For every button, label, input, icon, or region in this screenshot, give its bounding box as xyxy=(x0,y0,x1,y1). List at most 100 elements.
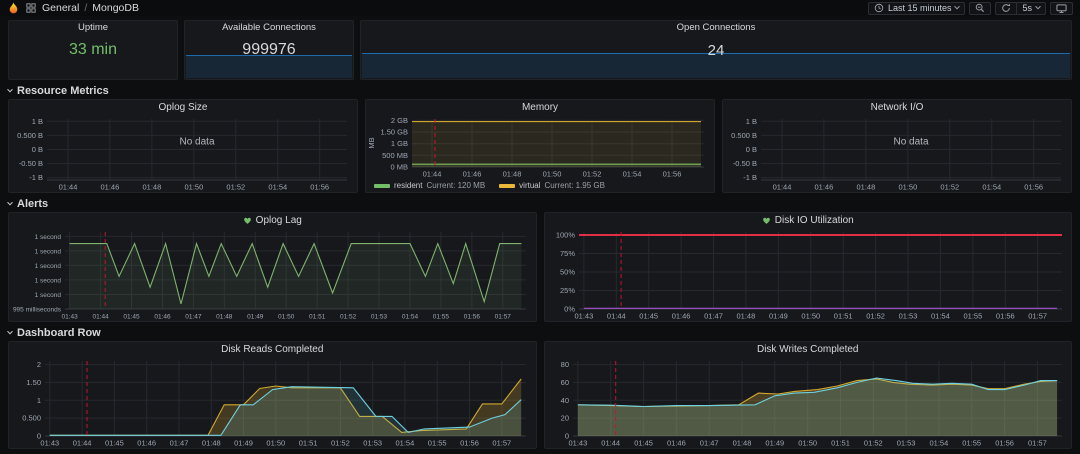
svg-text:40: 40 xyxy=(560,396,568,405)
stat-value: 999976 xyxy=(185,21,353,79)
svg-text:01:44: 01:44 xyxy=(601,439,620,448)
svg-text:01:56: 01:56 xyxy=(995,439,1014,448)
svg-text:1.50: 1.50 xyxy=(26,378,41,387)
svg-text:01:46: 01:46 xyxy=(101,183,120,192)
panel-title-text: Disk Reads Completed xyxy=(221,344,323,355)
alert-ok-heart-icon xyxy=(762,216,771,225)
row-title: Resource Metrics xyxy=(17,85,109,97)
svg-text:01:44: 01:44 xyxy=(73,439,92,448)
svg-text:0.500 B: 0.500 B xyxy=(17,131,43,140)
panel-disk-io-utilization: Disk IO Utilization 100%75%50%25%0%01:43… xyxy=(544,212,1073,322)
svg-text:01:53: 01:53 xyxy=(363,439,382,448)
legend-item-resident[interactable]: resident Current: 120 MB xyxy=(374,181,485,190)
svg-text:0 MB: 0 MB xyxy=(390,163,408,172)
dashboard-row-panels: Disk Reads Completed 21.5010.500001:4301… xyxy=(8,341,1072,449)
panel-title-text: Disk IO Utilization xyxy=(775,215,854,226)
svg-text:01:46: 01:46 xyxy=(667,439,686,448)
svg-text:01:43: 01:43 xyxy=(40,439,59,448)
svg-text:50%: 50% xyxy=(559,268,574,277)
alerts-panels: Oplog Lag 1 second1 second1 second1 seco… xyxy=(8,212,1072,322)
svg-text:0 B: 0 B xyxy=(32,145,43,154)
svg-text:2 GB: 2 GB xyxy=(391,116,408,125)
svg-text:-0.50 B: -0.50 B xyxy=(19,159,43,168)
svg-text:01:56: 01:56 xyxy=(460,439,479,448)
row-toggle-alerts[interactable]: Alerts xyxy=(8,198,1072,210)
series-color-dash xyxy=(374,184,390,188)
svg-text:01:46: 01:46 xyxy=(154,314,171,321)
panel-title-disk-io-utilization[interactable]: Disk IO Utilization xyxy=(545,213,1072,227)
svg-text:01:48: 01:48 xyxy=(143,183,162,192)
refresh-button-group: 5s xyxy=(995,2,1046,15)
panel-memory: Memory 2 GB1.50 GB1 GB500 MB0 MB01:4401:… xyxy=(365,99,715,193)
stat-panels-row: Uptime 33 min Available Connections 9999… xyxy=(8,20,1072,80)
dashboards-grid-icon[interactable] xyxy=(26,3,36,13)
panel-title-oplog-size[interactable]: Oplog Size xyxy=(9,100,357,114)
panel-oplog-size: Oplog Size 1 B0.500 B0 B-0.50 B-1 B01:44… xyxy=(8,99,358,193)
svg-text:01:53: 01:53 xyxy=(898,312,917,321)
top-navigation-bar: General / MongoDB Last 15 minutes xyxy=(0,0,1080,16)
svg-text:01:49: 01:49 xyxy=(247,314,264,321)
dashboard: Uptime 33 min Available Connections 9999… xyxy=(0,16,1080,449)
network-io-chart[interactable]: 1 B0.500 B0 B-0.50 B-1 B01:4401:4601:480… xyxy=(723,114,1071,192)
oplog-lag-chart[interactable]: 1 second1 second1 second1 second1 second… xyxy=(9,227,536,321)
svg-text:01:47: 01:47 xyxy=(185,314,202,321)
svg-text:01:56: 01:56 xyxy=(1024,183,1043,192)
disk-writes-chart[interactable]: 80604020001:4301:4401:4501:4601:4701:480… xyxy=(545,356,1072,448)
breadcrumb-dashboard[interactable]: MongoDB xyxy=(92,2,139,14)
breadcrumb-separator: / xyxy=(84,2,87,14)
oplog-size-chart[interactable]: 1 B0.500 B0 B-0.50 B-1 B01:4401:4601:480… xyxy=(9,114,357,192)
zoom-out-icon xyxy=(975,3,985,13)
svg-text:01:57: 01:57 xyxy=(1028,439,1047,448)
refresh-button[interactable] xyxy=(995,2,1016,15)
svg-text:01:43: 01:43 xyxy=(574,312,593,321)
svg-text:-0.50 B: -0.50 B xyxy=(733,159,757,168)
svg-text:01:48: 01:48 xyxy=(202,439,221,448)
grafana-logo-icon[interactable] xyxy=(7,2,20,15)
svg-text:01:44: 01:44 xyxy=(606,312,625,321)
chevron-down-icon xyxy=(955,4,961,10)
svg-text:01:44: 01:44 xyxy=(423,170,442,179)
svg-text:995 milliseconds: 995 milliseconds xyxy=(13,307,62,314)
panel-oplog-lag: Oplog Lag 1 second1 second1 second1 seco… xyxy=(8,212,537,322)
svg-text:01:53: 01:53 xyxy=(371,314,388,321)
kiosk-mode-button[interactable] xyxy=(1050,2,1073,15)
chevron-down-icon xyxy=(7,329,13,335)
zoom-out-button[interactable] xyxy=(969,2,991,15)
chevron-down-icon xyxy=(7,87,13,93)
chevron-down-icon xyxy=(1035,4,1041,10)
svg-text:1 GB: 1 GB xyxy=(391,139,408,148)
svg-text:01:50: 01:50 xyxy=(801,312,820,321)
panel-network-io: Network I/O 1 B0.500 B0 B-0.50 B-1 B01:4… xyxy=(722,99,1072,193)
svg-text:01:50: 01:50 xyxy=(266,439,285,448)
time-range-picker[interactable]: Last 15 minutes xyxy=(868,2,966,15)
chevron-down-icon xyxy=(7,200,13,206)
svg-text:01:52: 01:52 xyxy=(226,183,245,192)
svg-text:01:54: 01:54 xyxy=(929,439,948,448)
panel-title-oplog-lag[interactable]: Oplog Lag xyxy=(9,213,536,227)
breadcrumb-folder[interactable]: General xyxy=(42,2,79,14)
panel-title-disk-reads[interactable]: Disk Reads Completed xyxy=(9,342,536,356)
panel-title-memory[interactable]: Memory xyxy=(366,100,714,114)
memory-chart[interactable]: 2 GB1.50 GB1 GB500 MB0 MB01:4401:4601:48… xyxy=(366,114,714,179)
svg-text:01:44: 01:44 xyxy=(59,183,78,192)
svg-text:01:46: 01:46 xyxy=(137,439,156,448)
svg-text:01:50: 01:50 xyxy=(185,183,204,192)
svg-text:01:52: 01:52 xyxy=(340,314,357,321)
refresh-interval-picker[interactable]: 5s xyxy=(1016,2,1046,15)
panel-title-disk-writes[interactable]: Disk Writes Completed xyxy=(545,342,1072,356)
series-name: virtual xyxy=(519,181,540,190)
legend-item-virtual[interactable]: virtual Current: 1.95 GB xyxy=(499,181,605,190)
svg-text:25%: 25% xyxy=(559,286,574,295)
svg-text:01:52: 01:52 xyxy=(583,170,602,179)
disk-io-utilization-chart[interactable]: 100%75%50%25%0%01:4301:4401:4501:4601:47… xyxy=(545,227,1072,321)
time-range-label: Last 15 minutes xyxy=(888,4,952,13)
svg-text:1: 1 xyxy=(37,396,41,405)
svg-text:01:44: 01:44 xyxy=(92,314,109,321)
svg-text:01:50: 01:50 xyxy=(278,314,295,321)
panel-title-network-io[interactable]: Network I/O xyxy=(723,100,1071,114)
row-toggle-dashboard-row[interactable]: Dashboard Row xyxy=(8,327,1072,339)
row-toggle-resource-metrics[interactable]: Resource Metrics xyxy=(8,85,1072,97)
disk-reads-chart[interactable]: 21.5010.500001:4301:4401:4501:4601:4701:… xyxy=(9,356,536,448)
svg-text:1 B: 1 B xyxy=(746,117,757,126)
svg-text:80: 80 xyxy=(560,360,568,369)
